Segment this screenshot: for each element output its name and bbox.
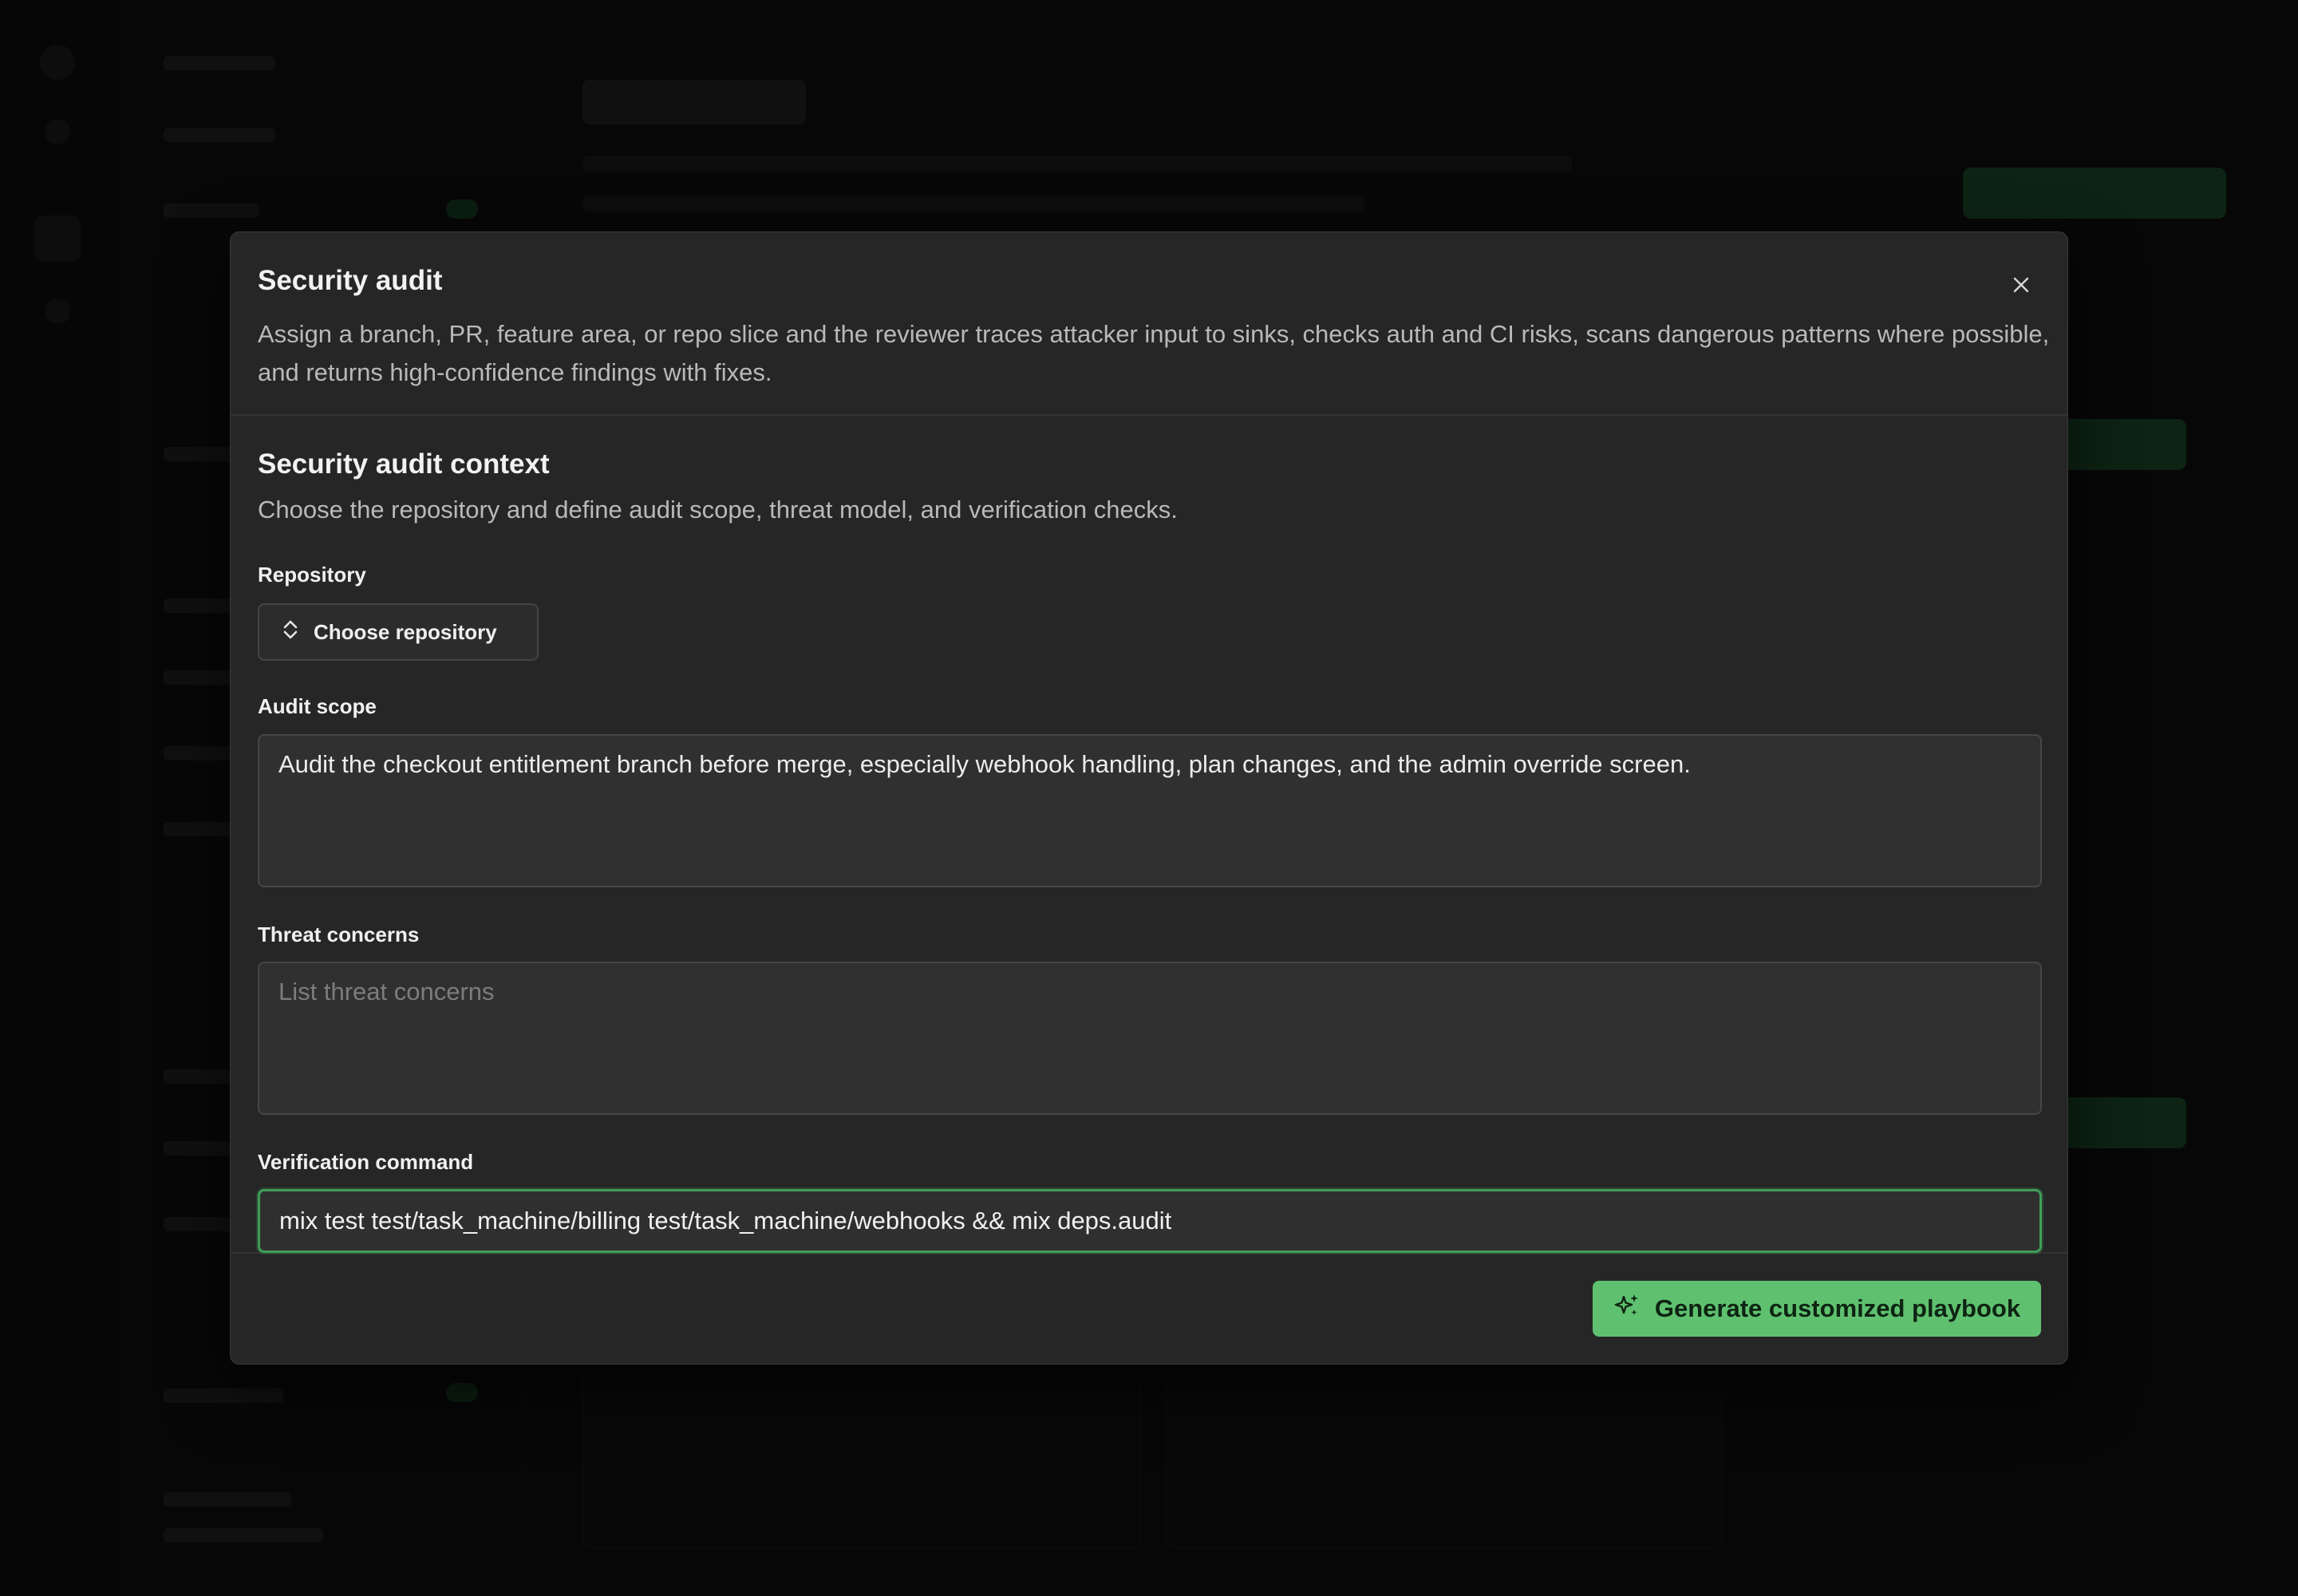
- generate-playbook-label: Generate customized playbook: [1654, 1294, 2021, 1322]
- sparkles-icon: [1613, 1292, 1641, 1325]
- close-icon: [2012, 275, 2031, 298]
- dialog-footer: Generate customized playbook: [231, 1254, 2067, 1364]
- section-description: Choose the repository and define audit s…: [258, 496, 1178, 523]
- chevron-up-down-icon: [282, 618, 299, 646]
- dialog-body: Security audit context Choose the reposi…: [231, 416, 2067, 1254]
- close-button[interactable]: [2004, 269, 2039, 304]
- audit-scope-textarea[interactable]: Audit the checkout entitlement branch be…: [258, 733, 2042, 887]
- verification-command-label: Verification command: [258, 1149, 474, 1174]
- security-audit-dialog: Security audit Assign a branch, PR, feat…: [230, 231, 2068, 1365]
- dialog-description: Assign a branch, PR, feature area, or re…: [258, 320, 2050, 386]
- generate-playbook-button[interactable]: Generate customized playbook: [1593, 1281, 2041, 1337]
- threat-concerns-textarea[interactable]: List threat concerns: [258, 961, 2042, 1115]
- choose-repository-button[interactable]: Choose repository: [258, 603, 539, 662]
- choose-repository-label: Choose repository: [314, 619, 497, 644]
- dialog-header: Security audit Assign a branch, PR, feat…: [231, 232, 2067, 416]
- section-title: Security audit context: [258, 448, 550, 480]
- dialog-title: Security audit: [258, 265, 443, 296]
- audit-scope-label: Audit scope: [258, 694, 377, 719]
- repository-label: Repository: [258, 563, 366, 587]
- verification-command-input[interactable]: mix test test/task_machine/billing test/…: [258, 1189, 2042, 1254]
- threat-concerns-label: Threat concerns: [258, 922, 420, 946]
